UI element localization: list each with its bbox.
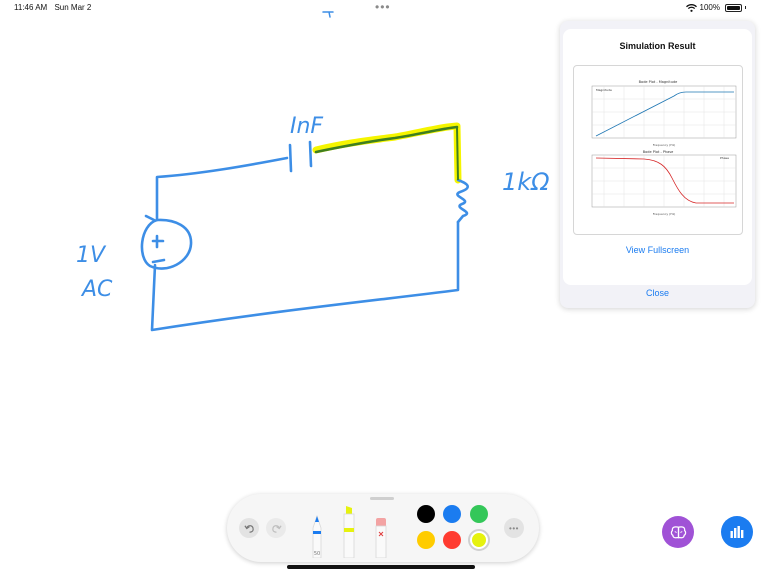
- drawing-toolbar: 50 •••: [227, 494, 539, 562]
- simulation-card: Simulation Result Bode Plot - Magnitude …: [563, 29, 752, 285]
- resistor-label: 1kΩ: [502, 168, 550, 196]
- color-yellow[interactable]: [417, 531, 435, 549]
- bode-top-title: Bode Plot - Magnitude: [639, 80, 678, 84]
- simulation-chart-button[interactable]: [721, 516, 753, 548]
- more-button[interactable]: •••: [504, 518, 524, 538]
- highlighter-tool[interactable]: [341, 504, 357, 558]
- color-blue[interactable]: [443, 505, 461, 523]
- view-fullscreen-button[interactable]: View Fullscreen: [563, 245, 752, 255]
- wire-right-side: [150, 220, 460, 332]
- top-wire-green: [314, 125, 459, 154]
- source-label-ac: AC: [80, 277, 113, 302]
- ai-assistant-button[interactable]: [662, 516, 694, 548]
- source-label-voltage: 1V: [76, 243, 107, 268]
- circuit-wires: [140, 140, 469, 332]
- right-wire-green: [456, 126, 459, 181]
- stray-mark: [322, 11, 334, 18]
- bode-bottom-xlabel: Frequency (Hz): [653, 212, 676, 216]
- pen-size-label: 50: [314, 551, 320, 557]
- handwritten-labels: InF 1kΩ 1V AC: [76, 114, 550, 302]
- redo-button[interactable]: [266, 518, 286, 538]
- color-black[interactable]: [417, 505, 435, 523]
- wire-left-to-cap: [155, 156, 289, 222]
- bode-plot-svg: Bode Plot - Magnitude Magnitude Frequenc…: [591, 80, 737, 216]
- bode-bottom-legend: Phase: [720, 156, 729, 160]
- chart-icon: [730, 525, 744, 538]
- bode-top-xlabel: Frequency (Hz): [653, 143, 676, 147]
- color-lime-selected[interactable]: [468, 529, 490, 551]
- bode-top-legend: Magnitude: [596, 88, 612, 92]
- color-red[interactable]: [443, 531, 461, 549]
- undo-icon: [243, 524, 254, 533]
- color-green[interactable]: [470, 505, 488, 523]
- brain-icon: [670, 525, 686, 538]
- toolbar-grabber[interactable]: [370, 497, 394, 500]
- simulation-title: Simulation Result: [619, 41, 696, 51]
- source-circle: [140, 218, 193, 270]
- bode-bottom-title: Bode Plot - Phase: [643, 150, 674, 154]
- redo-icon: [271, 524, 282, 533]
- capacitor-label: InF: [290, 114, 323, 139]
- source-minus: [151, 258, 166, 264]
- capacitor-plate-right: [308, 140, 313, 168]
- resistor-zigzag: [456, 178, 469, 224]
- simulation-panel: Simulation Result Bode Plot - Magnitude …: [560, 21, 755, 308]
- source-plus: [151, 234, 165, 249]
- highlight-top-wire: [312, 122, 462, 184]
- pen-tool[interactable]: 50: [309, 514, 325, 558]
- eraser-tool[interactable]: [373, 514, 389, 558]
- undo-button[interactable]: [239, 518, 259, 538]
- close-button[interactable]: Close: [560, 288, 755, 298]
- bode-plot-thumbnail[interactable]: Bode Plot - Magnitude Magnitude Frequenc…: [573, 65, 743, 235]
- source-tick: [144, 214, 156, 222]
- capacitor-plate-left: [288, 143, 293, 173]
- home-indicator[interactable]: [287, 565, 475, 569]
